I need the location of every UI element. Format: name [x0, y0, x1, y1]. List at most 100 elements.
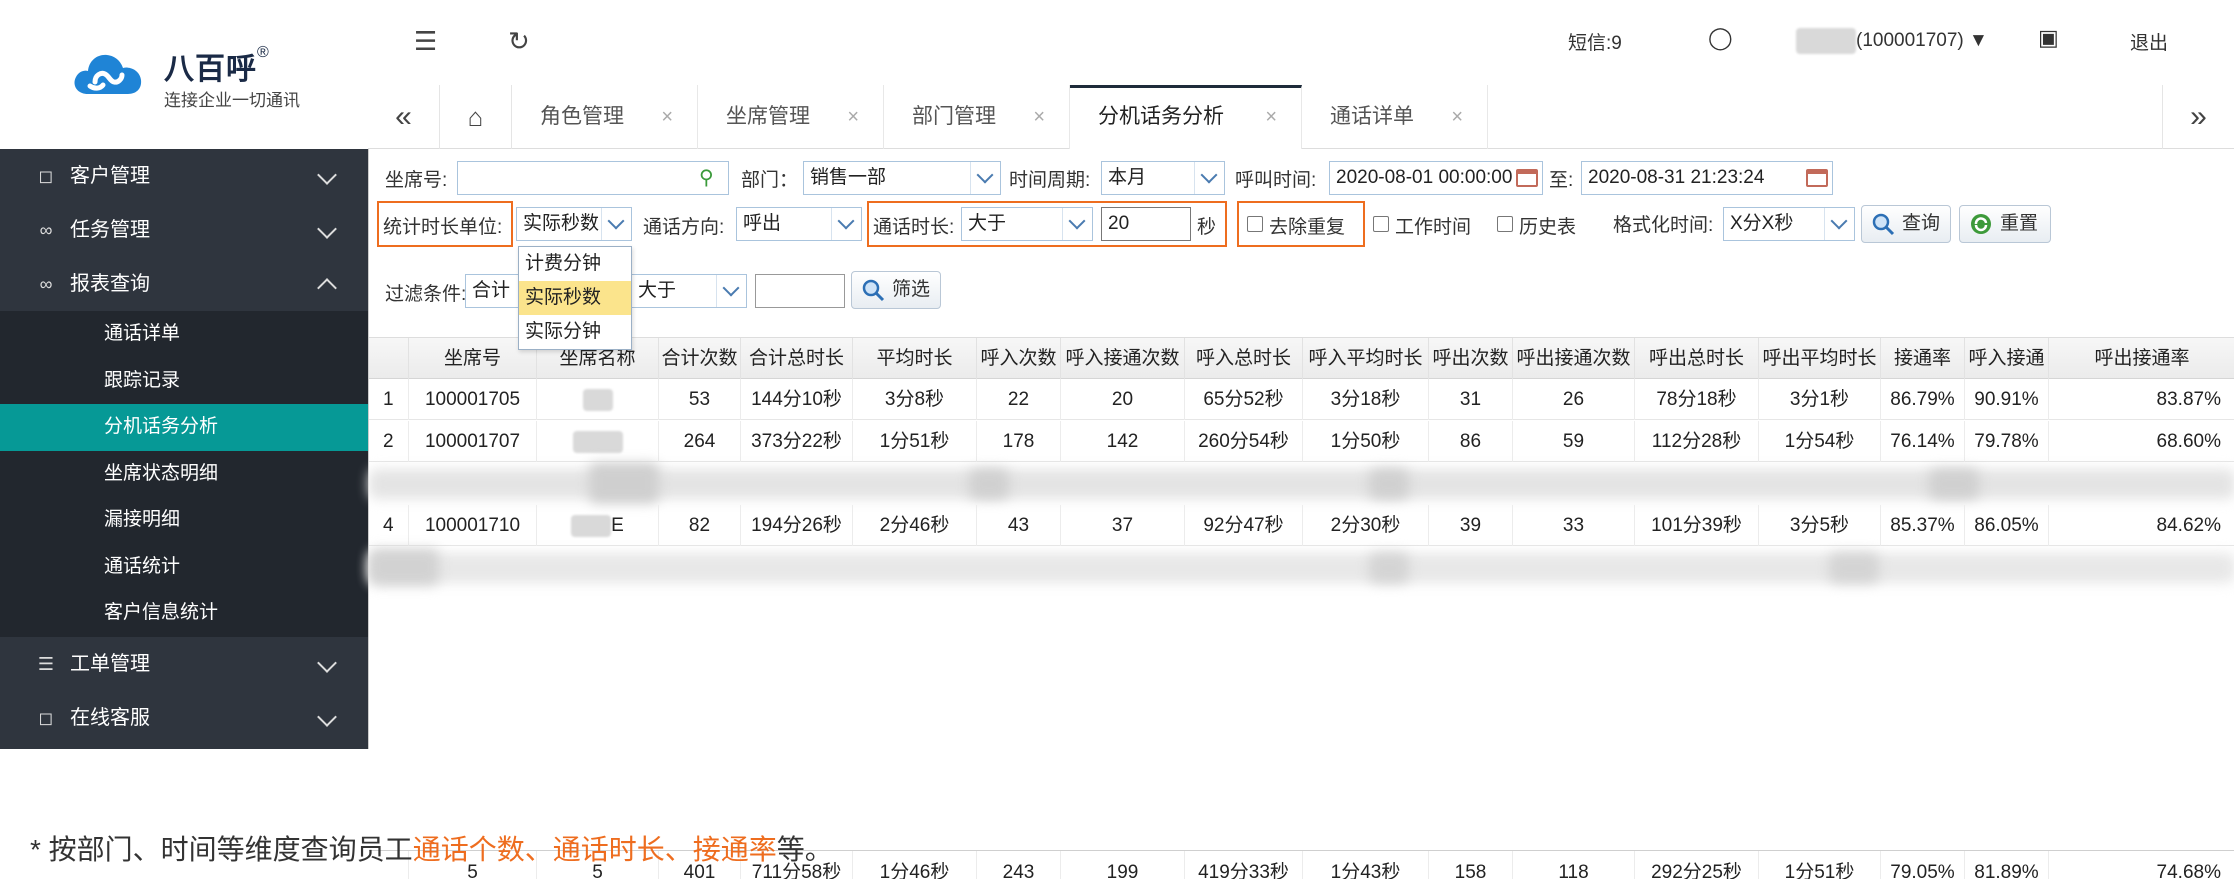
sms-count[interactable]: 短信:9 [1568, 28, 1622, 55]
seat-name-cell [537, 379, 659, 420]
brand-tagline: 连接企业一切通讯 [164, 91, 300, 110]
seat-name-cell [537, 421, 659, 462]
main-content: 坐席号: ⚲ 部门： 销售一部 时间周期: 本月 呼叫时间: 2020-08-0… [368, 149, 2234, 879]
sidebar-item-seat-status[interactable]: 坐席状态明细 [0, 451, 368, 498]
table-row[interactable]: 4 100001710 E 82 194分26秒 2分46秒 43 37 92分… [369, 505, 2234, 546]
worktime-label: 工作时间 [1395, 217, 1472, 238]
close-icon[interactable]: × [1451, 85, 1463, 149]
filter-value-input[interactable] [755, 274, 845, 308]
header-out-duration[interactable]: 呼出总时长 [1635, 338, 1759, 380]
user-icon: ◻ [38, 166, 54, 186]
header-total-duration[interactable]: 合计总时长 [741, 338, 853, 380]
link-icon: ∞ [39, 220, 53, 240]
magnifier-icon [862, 279, 885, 302]
close-icon[interactable]: × [661, 85, 673, 149]
department-label: 部门： [741, 170, 799, 191]
seat-name-cell: E [537, 505, 659, 546]
direction-select[interactable]: 呼出 [736, 207, 862, 241]
tab-scroll-right-icon[interactable]: » [2162, 85, 2234, 149]
header-in-count[interactable]: 呼入次数 [977, 338, 1061, 380]
calendar-icon[interactable] [1806, 169, 1828, 187]
calendar-icon[interactable] [1516, 169, 1538, 187]
sidebar-item-tickets[interactable]: ☰ 工单管理 [0, 636, 368, 691]
header-out-avg[interactable]: 呼出平均时长 [1759, 338, 1881, 380]
table-row[interactable]: 2 100001707 264 373分22秒 1分51秒 178 142 26… [369, 421, 2234, 462]
tab-call-detail[interactable]: 通话详单 × [1302, 85, 1488, 149]
sidebar-item-extension-analysis[interactable]: 分机话务分析 [0, 404, 368, 451]
sidebar-item-tracking[interactable]: 跟踪记录 [0, 358, 368, 405]
unit-option-billing-minutes[interactable]: 计费分钟 [519, 247, 631, 281]
call-time-end-input[interactable]: 2020-08-31 21:23:24 [1581, 161, 1833, 195]
format-select[interactable]: X分X秒 [1723, 207, 1855, 241]
call-time-label: 呼叫时间: [1235, 170, 1317, 191]
top-header: ☰ ↻ 短信:9 ◯ (100001707) ▼ ▣ 退出 [368, 0, 2234, 85]
tab-scroll-left-icon[interactable]: « [368, 85, 440, 149]
header-rownum [369, 338, 409, 380]
unit-select[interactable]: 实际秒数 [516, 207, 632, 241]
reset-button[interactable]: 重置 [1959, 205, 2051, 243]
sidebar-item-missed[interactable]: 漏接明细 [0, 497, 368, 544]
table-row[interactable]: 1 100001705 53 144分10秒 3分8秒 22 20 65分52秒… [369, 379, 2234, 420]
caption: * 按部门、时间等维度查询员工通话个数、通话时长、接通率等。 [30, 834, 833, 865]
tab-seat-management[interactable]: 坐席管理 × [698, 85, 884, 149]
period-select[interactable]: 本月 [1101, 161, 1225, 195]
chevron-down-icon [831, 208, 861, 240]
sidebar-item-customers[interactable]: ◻ 客户管理 [0, 149, 368, 203]
home-icon[interactable]: ⌂ [440, 85, 512, 149]
query-button[interactable]: 查询 [1861, 205, 1951, 243]
header-in-connected[interactable]: 呼入接通次数 [1061, 338, 1185, 380]
seat-input[interactable] [457, 161, 729, 195]
sidebar-item-call-stats[interactable]: 通话统计 [0, 544, 368, 591]
filter-label: 过滤条件: [385, 284, 467, 305]
header-out-count[interactable]: 呼出次数 [1429, 338, 1513, 380]
sidebar-item-customer-stats[interactable]: 客户信息统计 [0, 590, 368, 637]
filter-operator-select[interactable]: 大于 [631, 274, 747, 308]
worktime-checkbox[interactable] [1373, 216, 1389, 232]
unit-label: 统计时长单位: [383, 217, 503, 238]
unit-option-actual-seconds[interactable]: 实际秒数 [519, 281, 631, 315]
header-in-duration[interactable]: 呼入总时长 [1185, 338, 1303, 380]
sidebar-item-online-service[interactable]: ◻ 在线客服 [0, 690, 368, 745]
department-select[interactable]: 销售一部 [803, 161, 1001, 195]
chevron-down-icon [317, 149, 337, 203]
tag-icon[interactable]: ◯ [1708, 25, 1733, 51]
sidebar-item-reports[interactable]: ∞ 报表查询 [0, 257, 368, 311]
sidebar-item-call-detail[interactable]: 通话详单 [0, 311, 368, 358]
reset-icon [1971, 214, 1991, 234]
close-icon[interactable]: × [1265, 88, 1277, 146]
filter-button[interactable]: 筛选 [851, 271, 941, 309]
header-in-avg[interactable]: 呼入平均时长 [1303, 338, 1429, 380]
header-out-connected[interactable]: 呼出接通次数 [1513, 338, 1635, 380]
brand-name: 八百呼® [164, 44, 270, 86]
header-in-rate[interactable]: 呼入接通 [1965, 338, 2049, 380]
link-icon: ∞ [39, 274, 53, 294]
duration-value-input[interactable]: 20 [1101, 207, 1191, 241]
unit-option-actual-minutes[interactable]: 实际分钟 [519, 315, 631, 349]
chevron-down-icon [1824, 208, 1854, 240]
refresh-icon[interactable]: ↻ [508, 26, 530, 57]
avatar [1796, 28, 1856, 54]
sidebar-item-tasks[interactable]: ∞ 任务管理 [0, 203, 368, 257]
logout-link[interactable]: 退出 [2130, 28, 2168, 55]
dedupe-label: 去除重复 [1269, 217, 1346, 238]
book-icon[interactable]: ▣ [2038, 25, 2059, 51]
user-menu[interactable]: (100001707) ▼ [1796, 28, 1988, 54]
header-out-rate[interactable]: 呼出接通率 [2049, 338, 2234, 380]
header-total-count[interactable]: 合计次数 [659, 338, 741, 380]
duration-operator-select[interactable]: 大于 [961, 207, 1093, 241]
dedupe-checkbox[interactable] [1247, 216, 1263, 232]
tab-extension-analysis[interactable]: 分机话务分析 × [1070, 85, 1302, 149]
close-icon[interactable]: × [847, 85, 859, 149]
header-avg-duration[interactable]: 平均时长 [853, 338, 977, 380]
magnifier-icon [1872, 213, 1895, 236]
header-rate[interactable]: 接通率 [1881, 338, 1965, 380]
call-time-start-input[interactable]: 2020-08-01 00:00:00 [1329, 161, 1543, 195]
close-icon[interactable]: × [1033, 85, 1045, 149]
menu-toggle-icon[interactable]: ☰ [414, 26, 437, 57]
chevron-down-icon [317, 691, 337, 745]
search-icon[interactable]: ⚲ [699, 165, 714, 190]
tab-role-management[interactable]: 角色管理 × [512, 85, 698, 149]
history-checkbox[interactable] [1497, 216, 1513, 232]
tab-department-management[interactable]: 部门管理 × [884, 85, 1070, 149]
to-label: 至: [1549, 170, 1574, 191]
